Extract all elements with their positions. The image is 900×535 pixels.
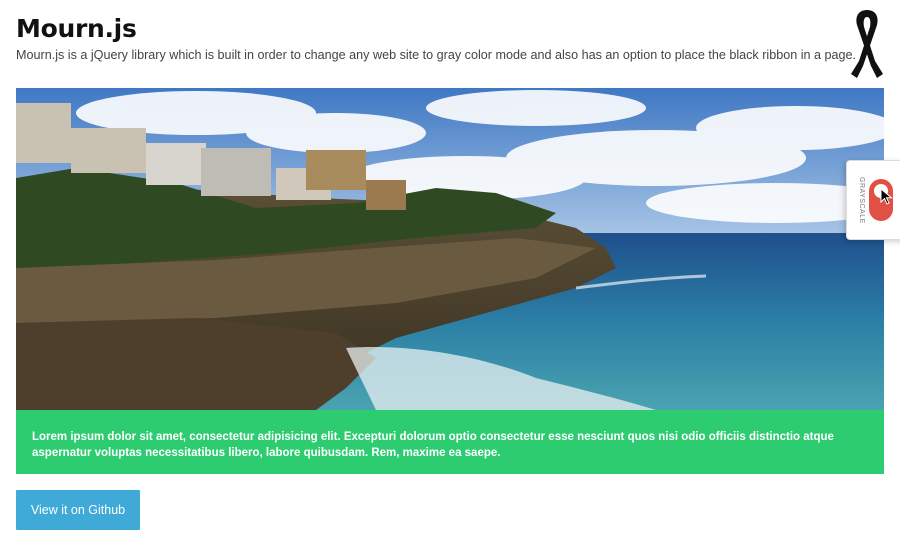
banner-text: Lorem ipsum dolor sit amet, consectetur … xyxy=(32,431,834,459)
black-ribbon-icon xyxy=(851,10,883,78)
page-title: Mourn.js xyxy=(16,14,137,43)
view-on-github-button[interactable]: View it on Github xyxy=(16,490,140,530)
grayscale-panel: GRAYSCALE xyxy=(846,160,900,240)
mouse-pointer-icon xyxy=(880,188,893,205)
page-description: Mourn.js is a jQuery library which is bu… xyxy=(16,48,857,62)
grayscale-label: GRAYSCALE xyxy=(858,176,865,224)
info-banner: Lorem ipsum dolor sit amet, consectetur … xyxy=(16,410,884,474)
hero-image xyxy=(16,88,884,410)
